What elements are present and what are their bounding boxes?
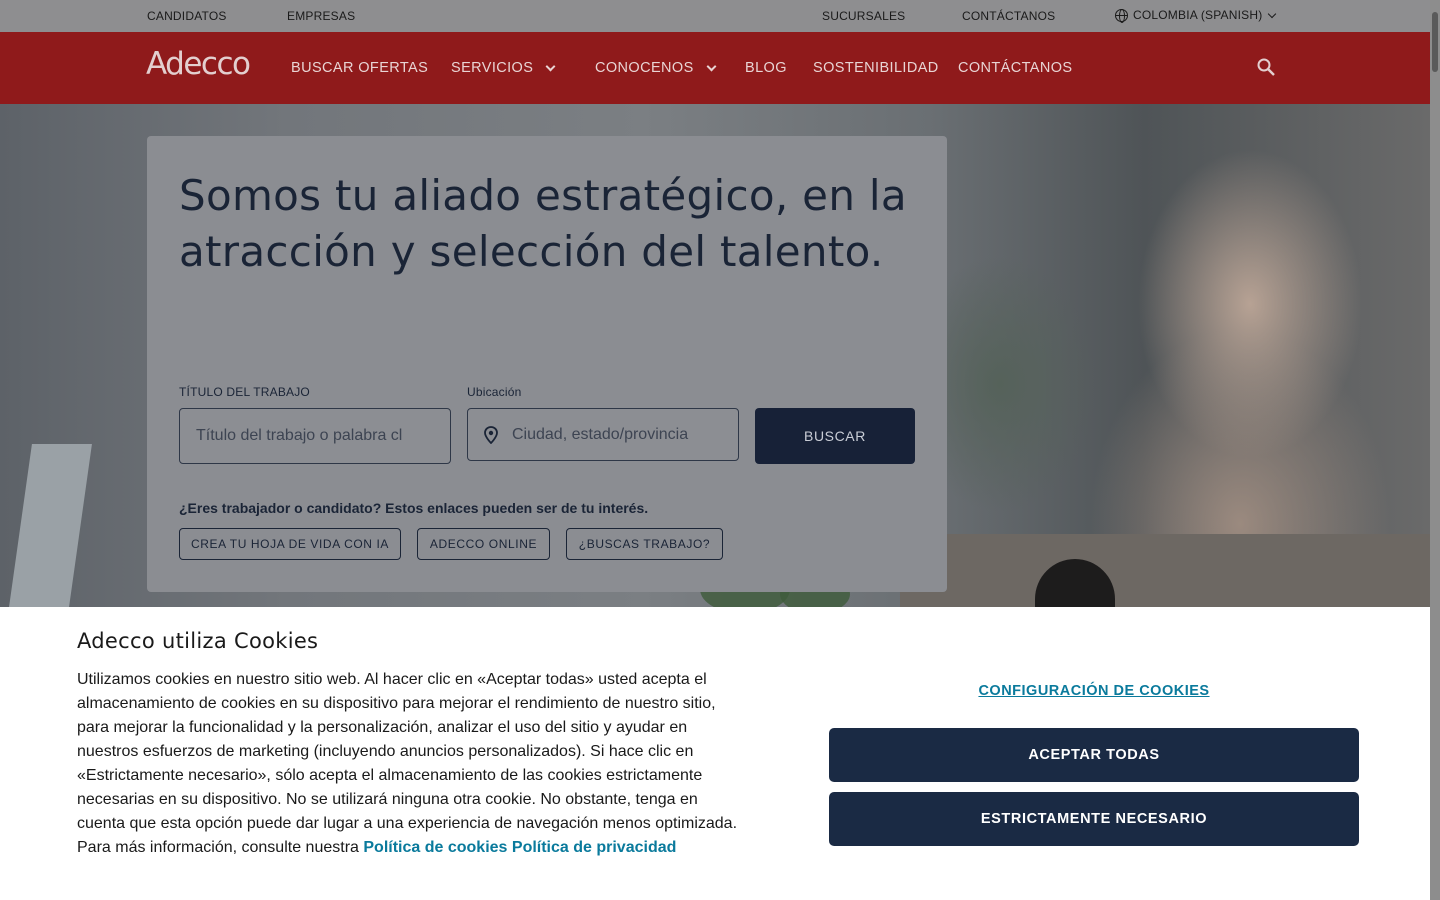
chip-buscas-trabajo[interactable]: ¿BUSCAS TRABAJO?: [566, 528, 723, 560]
cookie-policy-link[interactable]: Política de cookies: [363, 839, 507, 856]
utility-link-empresas[interactable]: EMPRESAS: [287, 9, 355, 23]
search-button[interactable]: BUSCAR: [755, 408, 915, 464]
location-placeholder: Ciudad, estado/provincia: [512, 425, 689, 443]
cookie-banner: Adecco utiliza Cookies Utilizamos cookie…: [0, 607, 1430, 900]
nav-item-label: BLOG: [745, 60, 787, 76]
utility-link-contactanos[interactable]: CONTÁCTANOS: [962, 9, 1055, 23]
language-selector[interactable]: COLOMBIA (SPANISH): [1115, 8, 1277, 23]
hero-title: Somos tu aliado estratégico, en la atrac…: [179, 171, 907, 276]
nav-item-buscar-ofertas[interactable]: BUSCAR OFERTAS: [291, 60, 428, 76]
utility-bar: CANDIDATOS EMPRESAS SUCURSALES CONTÁCTAN…: [0, 0, 1430, 32]
nav-item-blog[interactable]: BLOG: [745, 60, 787, 76]
privacy-policy-link[interactable]: Política de privacidad: [512, 839, 677, 856]
nav-item-label: CONOCENOS: [595, 60, 694, 76]
scrollbar-thumb[interactable]: [1432, 12, 1438, 72]
job-title-label: TÍTULO DEL TRABAJO: [179, 385, 310, 399]
cookie-banner-text: Utilizamos cookies en nuestro sitio web.…: [77, 668, 747, 860]
nav-item-conocenos[interactable]: CONOCENOS: [595, 60, 717, 76]
nav-item-label: SERVICIOS: [451, 60, 534, 76]
strictly-necessary-button[interactable]: ESTRICTAMENTE NECESARIO: [829, 792, 1359, 846]
candidate-question: ¿Eres trabajador o candidato? Estos enla…: [179, 500, 649, 516]
location-label: Ubicación: [467, 385, 522, 399]
page-scrollbar[interactable]: [1430, 0, 1440, 900]
utility-link-sucursales[interactable]: SUCURSALES: [822, 9, 905, 23]
chip-crea-hoja-de-vida[interactable]: CREA TU HOJA DE VIDA CON IA: [179, 528, 401, 560]
search-icon[interactable]: [1257, 58, 1275, 76]
chevron-down-icon: [1268, 9, 1277, 18]
cookie-settings-link[interactable]: CONFIGURACIÓN DE COOKIES: [829, 683, 1359, 699]
adecco-logo[interactable]: Adecco: [146, 46, 251, 82]
nav-item-label: SOSTENIBILIDAD: [813, 60, 939, 76]
utility-link-candidatos[interactable]: CANDIDATOS: [147, 9, 227, 23]
cookie-banner-body: Utilizamos cookies en nuestro sitio web.…: [77, 671, 738, 856]
hero-search-card: Somos tu aliado estratégico, en la atrac…: [147, 136, 947, 592]
language-label: COLOMBIA (SPANISH): [1133, 8, 1263, 22]
nav-item-label: BUSCAR OFERTAS: [291, 60, 429, 76]
main-nav: Adecco BUSCAR OFERTAS SERVICIOS CONOCENO…: [0, 32, 1430, 104]
globe-icon: [1115, 8, 1128, 23]
chevron-down-icon: [706, 61, 717, 72]
location-pin-icon: [484, 425, 498, 444]
nav-item-contactanos[interactable]: CONTÁCTANOS: [958, 60, 1073, 76]
job-title-placeholder: Título del trabajo o palabra cl: [196, 427, 403, 444]
nav-item-sostenibilidad[interactable]: SOSTENIBILIDAD: [813, 60, 939, 76]
nav-item-servicios[interactable]: SERVICIOS: [451, 60, 556, 76]
job-title-input[interactable]: Título del trabajo o palabra cl: [179, 408, 451, 464]
chevron-down-icon: [545, 61, 556, 72]
cookie-banner-title: Adecco utiliza Cookies: [77, 629, 319, 653]
accept-all-button[interactable]: ACEPTAR TODAS: [829, 728, 1359, 782]
nav-item-label: CONTÁCTANOS: [958, 60, 1073, 76]
location-input[interactable]: Ciudad, estado/provincia: [467, 408, 739, 461]
chip-adecco-online[interactable]: ADECCO ONLINE: [417, 528, 550, 560]
